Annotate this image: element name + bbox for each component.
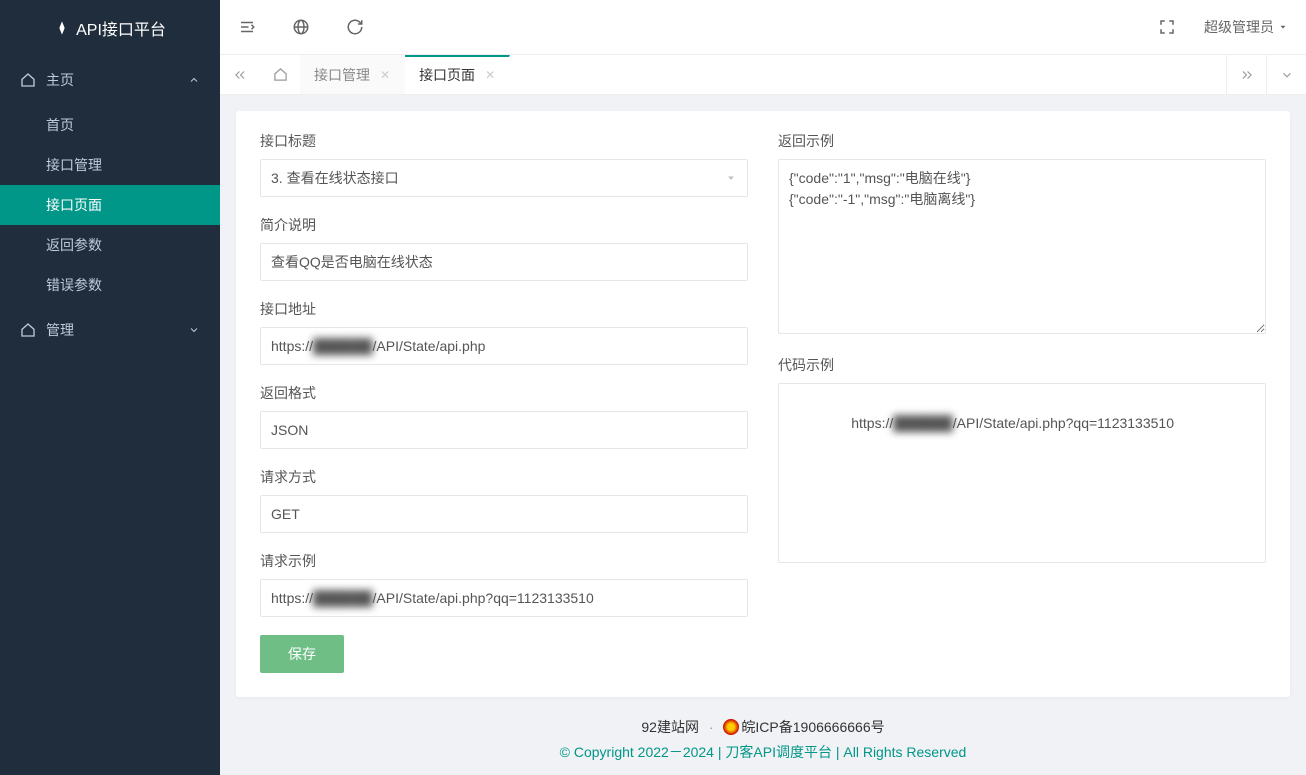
tab-api-page[interactable]: 接口页面 ✕ bbox=[405, 55, 510, 94]
user-name: 超级管理员 bbox=[1204, 17, 1274, 37]
label-response-example: 返回示例 bbox=[778, 131, 1266, 151]
nav-group-label: 管理 bbox=[46, 320, 74, 340]
close-icon[interactable]: ✕ bbox=[485, 68, 495, 82]
caret-down-icon bbox=[725, 172, 737, 184]
home-icon bbox=[20, 322, 36, 338]
footer: 92建站网 · 皖ICP备1906666666号 © Copyright 202… bbox=[236, 697, 1290, 775]
label-title: 接口标题 bbox=[260, 131, 748, 151]
nav-group-manage[interactable]: 管理 bbox=[0, 305, 220, 355]
input-format[interactable] bbox=[260, 411, 748, 449]
form-card: 接口标题 3. 查看在线状态接口 简介说明 bbox=[236, 111, 1290, 697]
globe-icon[interactable] bbox=[292, 18, 310, 36]
input-method[interactable] bbox=[260, 495, 748, 533]
topbar: 超级管理员 bbox=[220, 0, 1306, 55]
tabs-prev[interactable] bbox=[220, 55, 260, 94]
nav-group-label: 主页 bbox=[46, 70, 74, 90]
nav-item-home[interactable]: 首页 bbox=[0, 105, 220, 145]
tab-label: 接口管理 bbox=[314, 65, 370, 85]
label-desc: 简介说明 bbox=[260, 215, 748, 235]
caret-down-icon bbox=[1278, 22, 1288, 32]
close-icon[interactable]: ✕ bbox=[380, 68, 390, 82]
sidebar: API接口平台 主页 首页 接口管理 接口页面 返回参数 错误参数 bbox=[0, 0, 220, 775]
label-request-example: 请求示例 bbox=[260, 551, 748, 571]
input-url[interactable]: https://██████/API/State/api.php bbox=[260, 327, 748, 365]
tab-api-manage[interactable]: 接口管理 ✕ bbox=[300, 55, 405, 94]
label-url: 接口地址 bbox=[260, 299, 748, 319]
refresh-icon[interactable] bbox=[346, 18, 364, 36]
nav-item-error-params[interactable]: 错误参数 bbox=[0, 265, 220, 305]
select-api-title[interactable]: 3. 查看在线状态接口 bbox=[260, 159, 748, 197]
nav-item-return-params[interactable]: 返回参数 bbox=[0, 225, 220, 265]
brand-text: API接口平台 bbox=[76, 16, 166, 40]
fullscreen-icon[interactable] bbox=[1158, 18, 1176, 36]
tab-home[interactable] bbox=[260, 55, 300, 94]
logo-icon bbox=[54, 20, 70, 36]
textarea-code-example[interactable]: https://██████/API/State/api.php?qq=1123… bbox=[778, 383, 1266, 563]
home-icon bbox=[20, 72, 36, 88]
police-icon bbox=[723, 719, 739, 735]
tab-label: 接口页面 bbox=[419, 65, 475, 85]
chevron-down-icon bbox=[188, 324, 200, 336]
label-format: 返回格式 bbox=[260, 383, 748, 403]
label-method: 请求方式 bbox=[260, 467, 748, 487]
select-value: 3. 查看在线状态接口 bbox=[271, 168, 399, 188]
logo: API接口平台 bbox=[0, 0, 220, 55]
footer-icp-link[interactable]: 皖ICP备1906666666号 bbox=[741, 719, 884, 735]
save-button[interactable]: 保存 bbox=[260, 635, 344, 673]
textarea-response-example[interactable] bbox=[778, 159, 1266, 334]
menu-toggle-icon[interactable] bbox=[238, 18, 256, 36]
nav-item-api-page[interactable]: 接口页面 bbox=[0, 185, 220, 225]
tabs-more[interactable] bbox=[1266, 55, 1306, 94]
chevron-up-icon bbox=[188, 74, 200, 86]
tabs-next[interactable] bbox=[1226, 55, 1266, 94]
nav-item-api-manage[interactable]: 接口管理 bbox=[0, 145, 220, 185]
tabs-bar: 接口管理 ✕ 接口页面 ✕ bbox=[220, 55, 1306, 95]
footer-site-link[interactable]: 92建站网 bbox=[641, 719, 699, 735]
user-dropdown[interactable]: 超级管理员 bbox=[1204, 17, 1288, 37]
input-desc[interactable] bbox=[260, 243, 748, 281]
input-request-example[interactable]: https://██████/API/State/api.php?qq=1123… bbox=[260, 579, 748, 617]
label-code-example: 代码示例 bbox=[778, 355, 1266, 375]
nav-group-home[interactable]: 主页 bbox=[0, 55, 220, 105]
